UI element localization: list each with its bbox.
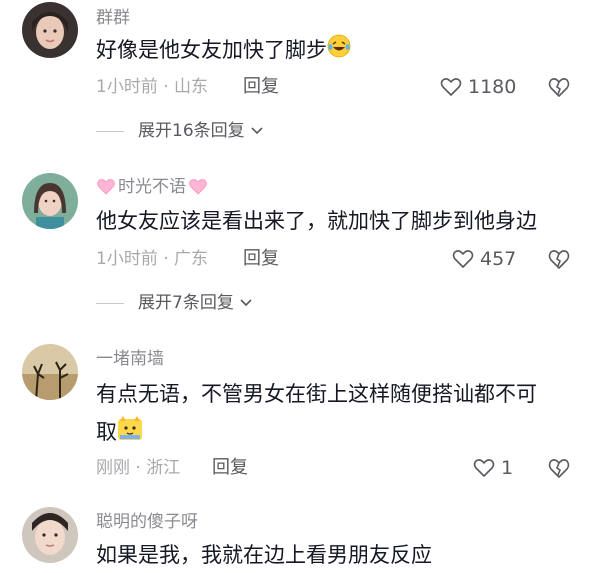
comment-time: 刚刚: [96, 458, 130, 478]
avatar-image: [22, 2, 78, 58]
comment-text: 如果是我，我就在边上看男朋友反应: [96, 543, 432, 567]
expand-replies-label: 展开7条回复: [138, 293, 234, 313]
comment-meta: 1小时前 · 山东: [96, 76, 208, 98]
broken-heart-icon: [548, 459, 570, 478]
username[interactable]: 聪明的傻子呀: [96, 512, 198, 532]
comment-location: 浙江: [146, 458, 181, 478]
avatar-image: [22, 507, 78, 563]
reply-button[interactable]: 回复: [243, 248, 279, 270]
like-count: 457: [480, 248, 517, 270]
like-button[interactable]: 1: [473, 457, 513, 479]
like-button[interactable]: 457: [452, 248, 516, 270]
comment-location: 山东: [174, 77, 209, 97]
chevron-down-icon: [251, 127, 263, 135]
expand-replies-button[interactable]: 展开16条回复: [96, 120, 265, 142]
comment-meta: 1小时前 · 广东: [96, 248, 208, 270]
separator: ·: [135, 458, 141, 478]
dislike-button[interactable]: [547, 457, 571, 479]
comment-text: 他女友应该是看出来了，就加快了脚步到他身边: [96, 209, 537, 233]
broken-heart-icon: [548, 78, 570, 97]
dislike-button[interactable]: [547, 76, 571, 98]
chevron-down-icon: [240, 299, 252, 307]
cat-face-icon: [117, 415, 143, 451]
dislike-button[interactable]: [547, 248, 571, 270]
username[interactable]: 时光不语: [96, 177, 208, 197]
separator: ·: [163, 249, 169, 269]
avatar-image: [22, 173, 78, 229]
divider-line: [96, 130, 124, 132]
heart-outline-icon: [473, 459, 495, 477]
username[interactable]: 一堵南墙: [96, 349, 164, 369]
avatar[interactable]: [22, 344, 78, 400]
separator: ·: [163, 77, 169, 97]
heart-icon: [97, 179, 115, 195]
like-count: 1180: [468, 76, 517, 98]
comment-text: 好像是他女友加快了脚步: [96, 33, 584, 68]
comment-time: 1小时前: [96, 77, 158, 97]
comment-location: 广东: [174, 249, 209, 269]
heart-outline-icon: [440, 78, 462, 96]
comment-text-line: 有点无语，不管男女在街上这样随便搭讪都不可: [96, 382, 537, 406]
expand-replies-label: 展开16条回复: [138, 121, 245, 141]
comment-text: 有点无语，不管男女在街上这样随便搭讪都不可 取: [96, 377, 584, 451]
avatar[interactable]: [22, 173, 78, 229]
reply-button[interactable]: 回复: [243, 76, 279, 98]
like-count: 1: [501, 457, 514, 479]
reply-button[interactable]: 回复: [212, 457, 248, 479]
avatar[interactable]: [22, 507, 78, 563]
heart-outline-icon: [452, 250, 474, 268]
expand-replies-button[interactable]: 展开7条回复: [96, 292, 254, 314]
avatar-image: [22, 344, 78, 400]
comment-meta: 刚刚 · 浙江: [96, 457, 180, 479]
laughing-tears-icon: [327, 34, 351, 68]
broken-heart-icon: [548, 250, 570, 269]
like-button[interactable]: 1180: [440, 76, 516, 98]
heart-icon: [189, 179, 207, 195]
username[interactable]: 群群: [96, 8, 130, 28]
username-text: 时光不语: [118, 177, 186, 197]
comment-text-content: 好像是他女友加快了脚步: [96, 38, 327, 62]
comment-time: 1小时前: [96, 249, 158, 269]
avatar[interactable]: [22, 2, 78, 58]
divider-line: [96, 302, 124, 304]
comment-text-line: 取: [96, 420, 117, 444]
